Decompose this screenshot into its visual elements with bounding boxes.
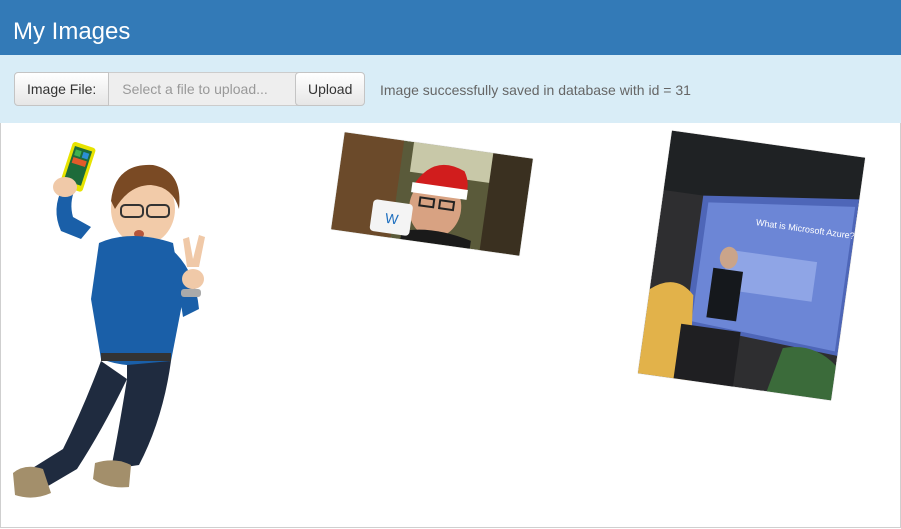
file-select-input[interactable]: Select a file to upload... (109, 72, 307, 106)
upload-status-message: Image successfully saved in database wit… (380, 82, 691, 98)
avatar-selfie-image[interactable] (3, 139, 213, 505)
page-title: My Images (13, 18, 131, 45)
image-file-label[interactable]: Image File: (14, 72, 110, 106)
navbar: My Images (0, 0, 901, 55)
santa-hat-photo[interactable]: W (331, 132, 533, 256)
upload-button[interactable]: Upload (295, 72, 366, 106)
file-input-group: Image File: Select a file to upload... (14, 72, 307, 106)
azure-presentation-photo[interactable]: What is Microsoft Azure? (637, 130, 866, 401)
upload-bar: Image File: Select a file to upload... U… (0, 55, 901, 123)
image-gallery: W What is Microsoft Azure? (0, 123, 901, 528)
